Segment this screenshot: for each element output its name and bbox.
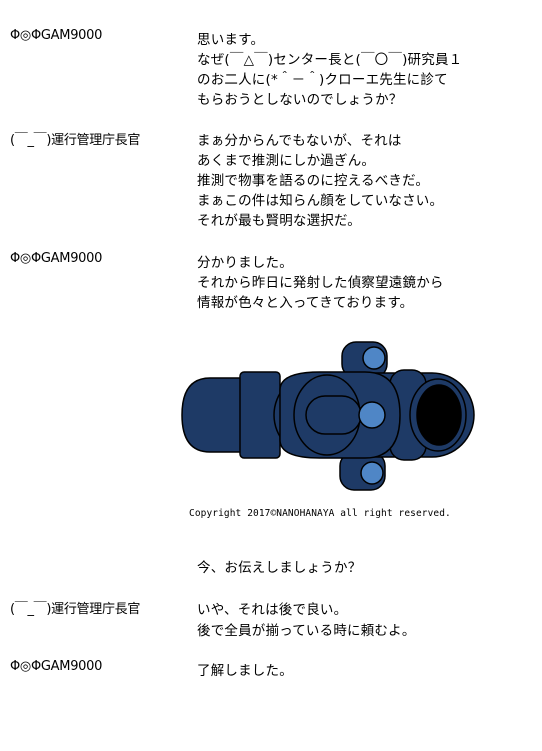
dialogue-line: いや、それは後で良い。 <box>197 602 348 618</box>
center-slot <box>305 395 362 435</box>
copyright-text: Copyright 2017©NANOHANAYA all right rese… <box>189 508 451 519</box>
dialogue-line: 後で全員が揃っている時に頼むよ。 <box>197 623 416 639</box>
dialogue-line: 了解しました。 <box>197 663 293 679</box>
dialogue-line: もらおうとしないのでしょうか？ <box>197 92 403 108</box>
speaker-5: (￣_￣)運行管理庁長官 <box>10 602 141 617</box>
dialogue-line: 情報が色々と入ってきております。 <box>197 295 414 311</box>
center-knob <box>358 401 386 429</box>
dialogue-line: それから昨日に発射した偵察望遠鏡から <box>197 275 444 291</box>
dialogue-line: 今、お伝えしましょうか？ <box>197 560 362 576</box>
dialogue-line: のお二人に(*＾－＾)クローエ先生に診て <box>197 72 448 88</box>
telescope-illustration <box>181 341 475 491</box>
dialogue-line: あくまで推測にしか過ぎん。 <box>197 153 376 169</box>
dialogue-line: それが最も賢明な選択だ。 <box>197 213 361 229</box>
dialogue-line: 推測で物事を語るのに控えるべきだ。 <box>197 173 430 189</box>
speaker-3: Φ◎ΦGAM9000 <box>10 251 103 266</box>
dialogue-line: 思います。 <box>197 32 265 48</box>
speaker-2: (￣_￣)運行管理庁長官 <box>10 133 141 148</box>
speaker-6: Φ◎ΦGAM9000 <box>10 659 103 674</box>
dialogue-line: なぜ(￣△￣)センター長と(￣〇￣)研究員１ <box>197 52 463 68</box>
speaker-1: Φ◎ΦGAM9000 <box>10 28 103 43</box>
dialogue-line: 分かりました。 <box>197 255 293 271</box>
dialogue-line: まぁこの件は知らん顔をしていなさい。 <box>197 193 444 209</box>
bottom-knob <box>360 461 384 485</box>
top-knob <box>362 346 386 370</box>
lens <box>416 384 462 446</box>
dialogue-line: まぁ分からんでもないが、それは <box>197 133 402 149</box>
